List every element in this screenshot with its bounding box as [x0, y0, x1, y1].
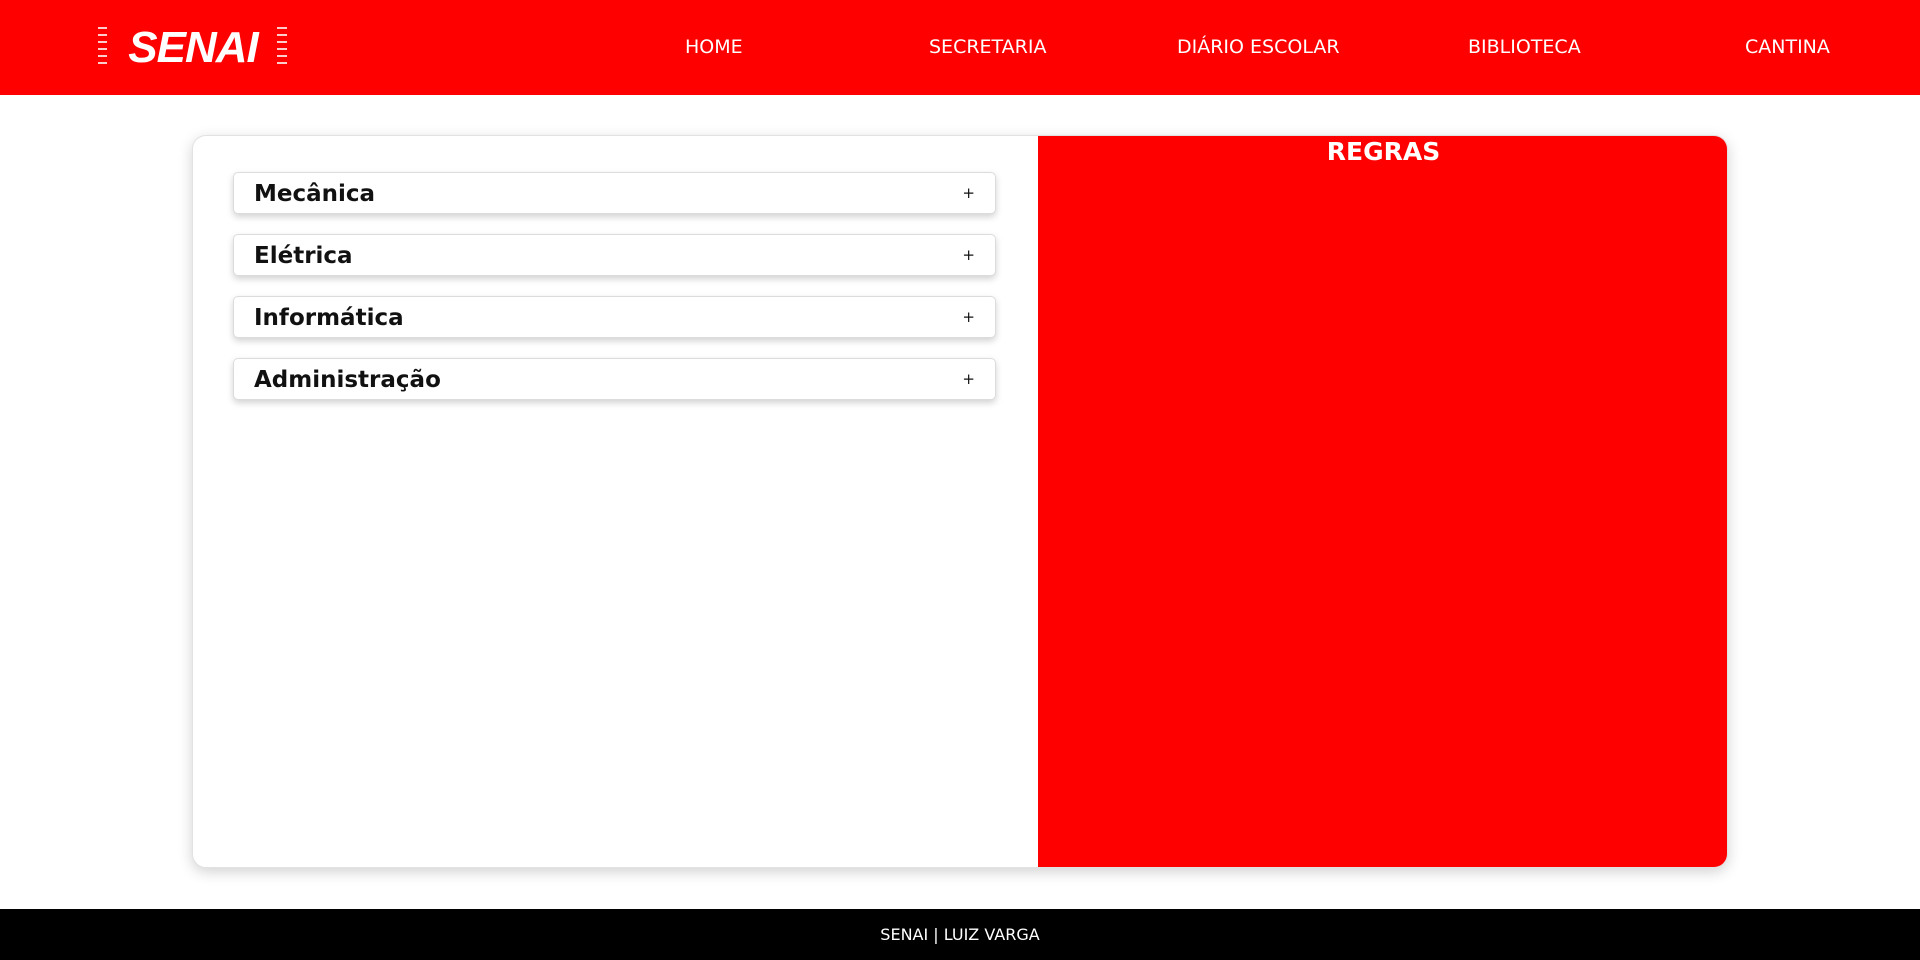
nav-item-diario-escolar[interactable]: DIÁRIO ESCOLAR [1177, 34, 1340, 60]
accordion-label: Administração [254, 367, 441, 393]
site-header: SENAI HOME SECRETARIA DIÁRIO ESCOLAR BIB… [0, 0, 1920, 95]
accordion-item-mecanica[interactable]: Mecânica + [233, 172, 996, 214]
nav-item-biblioteca[interactable]: BIBLIOTECA [1468, 34, 1581, 60]
nav-item-secretaria[interactable]: SECRETARIA [929, 34, 1046, 60]
accordion-label: Informática [254, 305, 404, 331]
plus-icon[interactable]: + [962, 307, 975, 327]
plus-icon[interactable]: + [962, 245, 975, 265]
rules-title: REGRAS [1326, 137, 1441, 166]
plus-icon[interactable]: + [962, 183, 975, 203]
accordion-label: Elétrica [254, 243, 353, 269]
accordion-item-administracao[interactable]: Administração + [233, 358, 996, 400]
accordion-item-informatica[interactable]: Informática + [233, 296, 996, 338]
footer-text: SENAI | LUIZ VARGA [880, 925, 1040, 944]
content-card: Mecânica + Elétrica + Informática + Admi… [192, 135, 1728, 868]
plus-icon[interactable]: + [962, 369, 975, 389]
rules-panel: REGRAS [1038, 136, 1727, 867]
accordion-item-eletrica[interactable]: Elétrica + [233, 234, 996, 276]
senai-logo-mark: SENAI [98, 24, 287, 68]
accordion-label: Mecânica [254, 181, 376, 207]
senai-logo[interactable]: SENAI [98, 24, 288, 68]
nav-item-cantina[interactable]: CANTINA [1745, 34, 1830, 60]
nav-item-home[interactable]: HOME [685, 34, 743, 60]
site-footer: SENAI | LUIZ VARGA [0, 909, 1920, 960]
svg-text:SENAI: SENAI [128, 24, 259, 68]
